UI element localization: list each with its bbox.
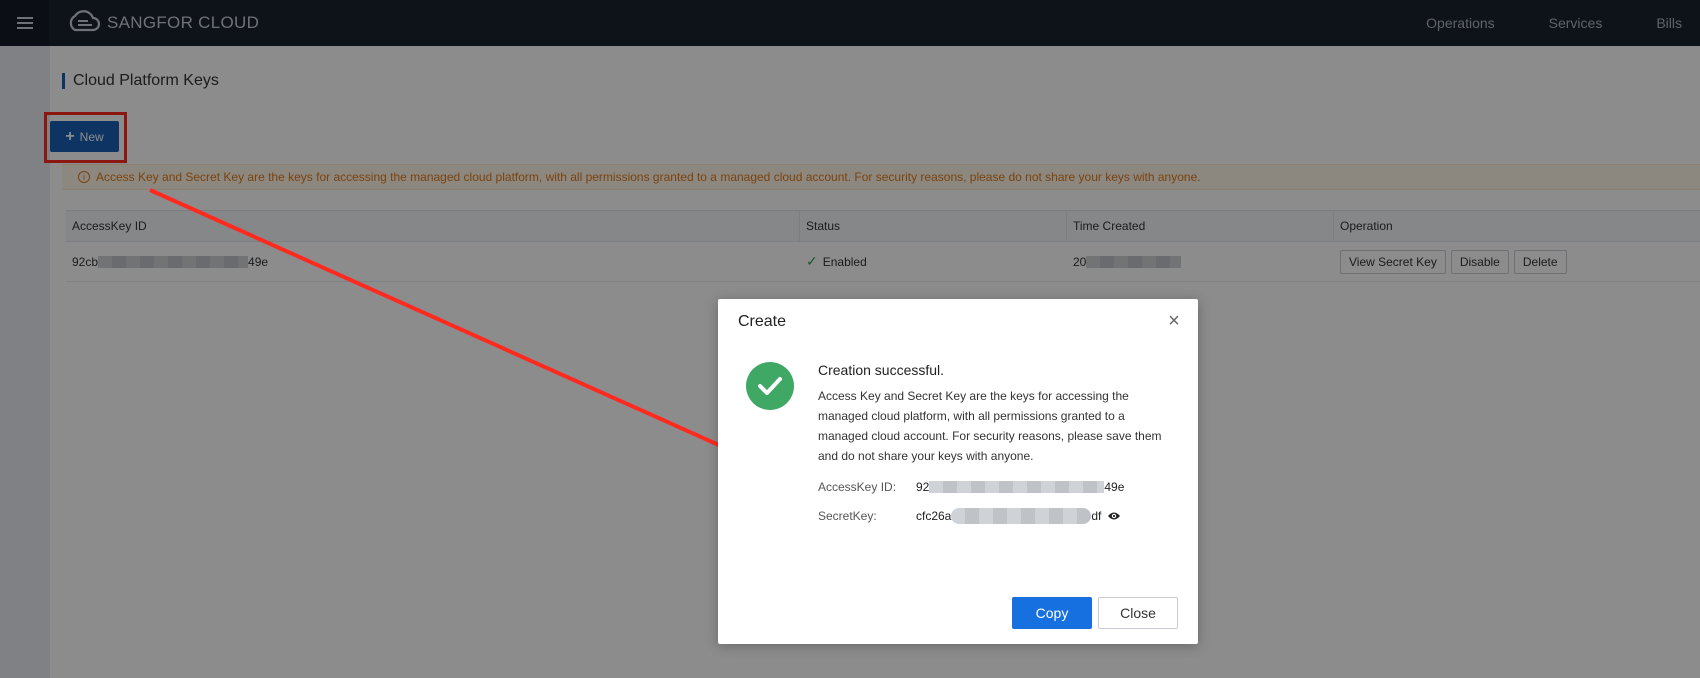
accesskey-suffix: 49e [1104,480,1125,494]
dialog-title: Create [738,313,787,330]
close-icon[interactable]: × [1164,311,1184,331]
secretkey-row: SecretKey: cfc26a df [818,508,1178,524]
accesskey-row: AccessKey ID: 92 49e [818,480,1178,494]
create-dialog: Create × Creation successful. Access Key… [718,299,1198,644]
success-check-icon [746,362,794,410]
close-button[interactable]: Close [1098,597,1178,629]
redacted-mask [951,508,1092,524]
success-description: Access Key and Secret Key are the keys f… [818,389,1162,463]
dialog-body: Creation successful. Access Key and Secr… [818,362,1178,524]
secretkey-value[interactable]: cfc26a df [916,508,1121,524]
success-heading: Creation successful. [818,362,945,378]
accesskey-value[interactable]: 92 49e [916,480,1124,494]
eye-icon[interactable] [1107,511,1121,521]
copy-button[interactable]: Copy [1012,597,1092,629]
accesskey-prefix: 92 [916,480,930,494]
accesskey-label: AccessKey ID: [818,480,897,494]
secretkey-label: SecretKey: [818,509,877,523]
redacted-mask [929,481,1105,493]
secretkey-suffix: df [1091,509,1102,523]
secretkey-prefix: cfc26a [916,509,952,523]
